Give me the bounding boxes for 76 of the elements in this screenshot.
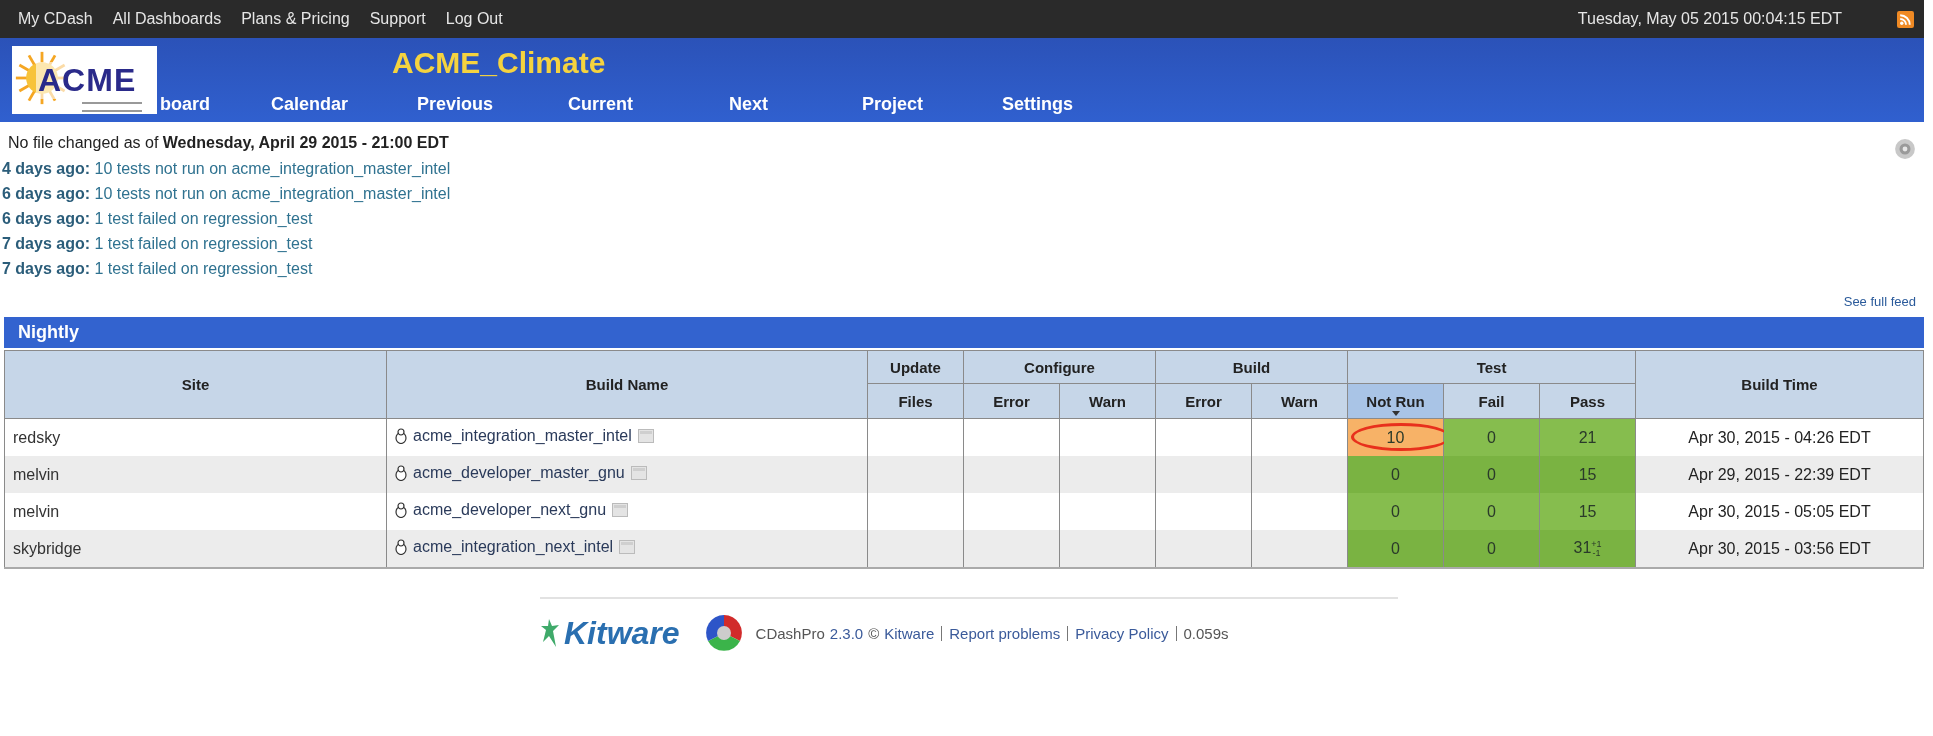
logo-card[interactable]: ACME <box>12 46 157 114</box>
note-icon[interactable] <box>619 540 636 554</box>
version-link[interactable]: 2.3.0 <box>829 624 864 642</box>
feed-link[interactable]: 6 days ago: 1 test failed on regression_test <box>2 206 451 231</box>
pass-count[interactable]: 31 <box>1573 539 1592 557</box>
kitware-logo[interactable]: Kitware <box>540 614 680 652</box>
column-header[interactable]: Error <box>963 383 1060 419</box>
cdash-logo-icon <box>703 613 744 653</box>
pass-delta: -1 <box>1592 548 1602 558</box>
not-run-cell[interactable]: 0 <box>1347 456 1444 493</box>
fail-cell[interactable]: 0 <box>1443 530 1540 568</box>
fail-cell[interactable]: 0 <box>1443 418 1540 456</box>
nav-link[interactable]: Next <box>729 94 862 115</box>
logo-tagline-drawing <box>82 102 142 112</box>
column-group-header: Configure <box>963 350 1156 384</box>
column-header: Build Time <box>1635 350 1924 419</box>
pass-count[interactable]: 15 <box>1578 465 1597 483</box>
column-header[interactable]: Warn <box>1059 383 1156 419</box>
build-name-link[interactable]: acme_integration_next_intel <box>413 538 614 556</box>
feed-link[interactable]: 7 days ago: 1 test failed on regression_test <box>2 231 451 256</box>
rss-icon[interactable] <box>1897 10 1914 28</box>
nav-link[interactable]: board <box>160 94 271 115</box>
note-icon[interactable] <box>630 466 647 480</box>
project-title: ACME_Climate <box>392 46 606 80</box>
column-header[interactable]: Fail <box>1443 383 1540 419</box>
feed-link[interactable]: 4 days ago: 10 tests not run on acme_integration_master_intel <box>2 156 451 181</box>
column-header[interactable]: Error <box>1155 383 1252 419</box>
pass-count[interactable]: 21 <box>1578 428 1597 446</box>
site-cell: skybridge <box>4 530 387 568</box>
column-group-header: Build <box>1155 350 1348 384</box>
menu-link[interactable]: My CDash <box>18 10 93 28</box>
menu-link[interactable]: Log Out <box>445 10 503 28</box>
settings-icon[interactable] <box>1894 138 1916 160</box>
note-icon[interactable] <box>612 503 629 517</box>
nav-link[interactable]: Settings <box>1002 94 1073 115</box>
build-time-cell: Apr 30, 2015 - 03:56 EDT <box>1635 530 1924 568</box>
site-cell: melvin <box>4 456 387 493</box>
footer-link[interactable]: Kitware <box>884 624 935 642</box>
build-time-cell: Apr 29, 2015 - 22:39 EDT <box>1635 456 1924 493</box>
footer-link[interactable]: Report problems <box>949 624 1061 642</box>
date-time: Tuesday, May 05 2015 00:04:15 EDT <box>1577 10 1842 28</box>
copyright-sign: © <box>868 624 880 642</box>
fail-cell[interactable]: 0 <box>1443 456 1540 493</box>
feed-link[interactable]: 7 days ago: 1 test failed on regression_test <box>2 256 451 281</box>
column-header[interactable]: Files <box>867 383 964 419</box>
not-run-cell[interactable]: 0 <box>1347 530 1444 568</box>
nav-link[interactable]: Current <box>568 94 729 115</box>
column-header: Site <box>4 350 387 419</box>
kitware-logo-text: Kitware <box>564 614 680 652</box>
menu-link[interactable]: All Dashboards <box>112 10 222 28</box>
footer-link[interactable]: Privacy Policy <box>1075 624 1169 642</box>
column-group-header: Update <box>867 350 964 384</box>
nav-link[interactable]: Project <box>862 94 1002 115</box>
summary-text: No file changed as of Wednesday, April 29 2015 - 21:00 EDT <box>8 134 450 152</box>
not-run-cell[interactable]: 10 <box>1347 418 1444 456</box>
page-timing: 0.059s <box>1183 624 1229 642</box>
pass-delta: +1 <box>1591 539 1602 549</box>
see-full-feed-link[interactable]: See full feed <box>1843 294 1916 309</box>
column-group-header: Test <box>1347 350 1636 384</box>
column-header: Build Name <box>386 350 868 419</box>
pass-count[interactable]: 15 <box>1578 502 1597 520</box>
feed-link[interactable]: 6 days ago: 10 tests not run on acme_integration_master_intel <box>2 181 451 206</box>
product-name: CDashPro <box>755 624 825 642</box>
not-run-cell[interactable]: 0 <box>1347 493 1444 530</box>
menu-link[interactable]: Support <box>369 10 426 28</box>
nav-link[interactable]: Calendar <box>271 94 417 115</box>
column-header[interactable]: Not Run <box>1347 383 1444 419</box>
note-icon[interactable] <box>637 429 654 443</box>
nav-link[interactable]: Previous <box>417 94 568 115</box>
menu-link[interactable]: Plans & Pricing <box>241 10 350 28</box>
column-header[interactable]: Warn <box>1251 383 1348 419</box>
column-header[interactable]: Pass <box>1539 383 1636 419</box>
group-title: Nightly <box>18 322 79 343</box>
build-name-link[interactable]: acme_developer_next_gnu <box>413 501 607 519</box>
fail-cell[interactable]: 0 <box>1443 493 1540 530</box>
build-name-link[interactable]: acme_integration_master_intel <box>413 427 632 445</box>
